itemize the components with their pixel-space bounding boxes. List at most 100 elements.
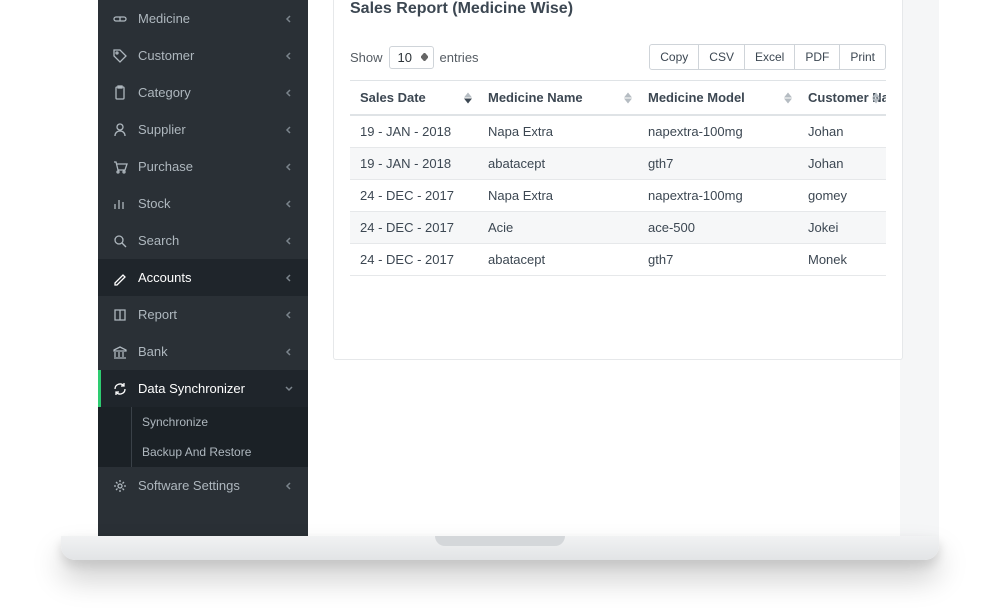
sidebar-item-label: Software Settings: [138, 478, 284, 493]
laptop-bezel-bottom: [61, 536, 939, 560]
table-cell: Napa Extra: [478, 180, 638, 212]
tag-icon: [112, 48, 128, 64]
sidebar-item-data-synchronizer[interactable]: Data Synchronizer: [98, 370, 308, 407]
sidebar-item-label: Report: [138, 307, 284, 322]
gear-icon: [112, 478, 128, 494]
sidebar-item-label: Data Synchronizer: [138, 381, 284, 396]
table-cell: 19 - JAN - 2018: [350, 115, 478, 148]
entries-label: entries: [440, 50, 479, 65]
sidebar-item-software-settings[interactable]: Software Settings: [98, 467, 308, 504]
table-row: 19 - JAN - 2018abataceptgth7Johan: [350, 148, 886, 180]
sidebar-subitem-synchronize[interactable]: Synchronize: [98, 407, 308, 437]
chevron-left-icon: [284, 51, 294, 61]
table-row: 24 - DEC - 2017Napa Extranapextra-100mgg…: [350, 180, 886, 212]
sales-report-table: Sales DateMedicine NameMedicine ModelCus…: [350, 80, 886, 276]
column-header-sales-date[interactable]: Sales Date: [350, 81, 478, 116]
chevron-left-icon: [284, 273, 294, 283]
table-cell: Monek: [798, 244, 886, 276]
table-cell: Jokei: [798, 212, 886, 244]
table-cell: Acie: [478, 212, 638, 244]
chevron-left-icon: [284, 236, 294, 246]
sidebar-item-label: Stock: [138, 196, 284, 211]
chevron-left-icon: [284, 162, 294, 172]
pill-icon: [112, 11, 128, 27]
sidebar-item-supplier[interactable]: Supplier: [98, 111, 308, 148]
cart-icon: [112, 159, 128, 175]
table-cell: gth7: [638, 148, 798, 180]
export-button-group: CopyCSVExcelPDFPrint: [649, 44, 886, 70]
table-cell: Napa Extra: [478, 115, 638, 148]
sidebar-item-label: Purchase: [138, 159, 284, 174]
chevron-left-icon: [284, 125, 294, 135]
page-title: Sales Report (Medicine Wise): [334, 0, 902, 30]
table-cell: Johan: [798, 148, 886, 180]
pdf-button[interactable]: PDF: [794, 44, 840, 70]
csv-button[interactable]: CSV: [698, 44, 745, 70]
sidebar-item-medicine[interactable]: Medicine: [98, 0, 308, 37]
sort-icon: [872, 92, 880, 103]
chevron-left-icon: [284, 310, 294, 320]
page-length-select[interactable]: 10: [389, 46, 434, 69]
sidebar-item-category[interactable]: Category: [98, 74, 308, 111]
excel-button[interactable]: Excel: [744, 44, 795, 70]
sidebar-item-label: Search: [138, 233, 284, 248]
chevron-left-icon: [284, 347, 294, 357]
sort-icon: [624, 92, 632, 103]
table-row: 24 - DEC - 2017Acieace-500Jokei: [350, 212, 886, 244]
table-cell: 24 - DEC - 2017: [350, 244, 478, 276]
table-row: 19 - JAN - 2018Napa Extranapextra-100mgJ…: [350, 115, 886, 148]
sidebar-item-accounts[interactable]: Accounts: [98, 259, 308, 296]
sidebar-item-report[interactable]: Report: [98, 296, 308, 333]
chevron-left-icon: [284, 88, 294, 98]
sidebar-item-label: Supplier: [138, 122, 284, 137]
sort-icon: [784, 92, 792, 103]
sidebar-item-label: Category: [138, 85, 284, 100]
sidebar-subitem-backup-and-restore[interactable]: Backup And Restore: [98, 437, 308, 467]
sync-icon: [112, 381, 128, 397]
table-cell: napextra-100mg: [638, 115, 798, 148]
book-icon: [112, 307, 128, 323]
clipboard-icon: [112, 85, 128, 101]
copy-button[interactable]: Copy: [649, 44, 699, 70]
table-controls: Show 10 entries CopyCSVExcelPDFPrint: [334, 30, 902, 80]
table-cell: gth7: [638, 244, 798, 276]
chevron-left-icon: [284, 481, 294, 491]
sidebar-item-search[interactable]: Search: [98, 222, 308, 259]
sidebar-item-bank[interactable]: Bank: [98, 333, 308, 370]
column-header-customer-name[interactable]: Customer Name: [798, 81, 886, 116]
sidebar-item-label: Customer: [138, 48, 284, 63]
sidebar-item-label: Accounts: [138, 270, 284, 285]
page-length-control: Show 10 entries: [350, 46, 479, 69]
sidebar-item-purchase[interactable]: Purchase: [98, 148, 308, 185]
chevron-left-icon: [284, 14, 294, 24]
pencil-icon: [112, 270, 128, 286]
table-row: 24 - DEC - 2017abataceptgth7Monek: [350, 244, 886, 276]
table-cell: Johan: [798, 115, 886, 148]
table-cell: 24 - DEC - 2017: [350, 180, 478, 212]
laptop-notch: [435, 536, 565, 546]
column-header-medicine-model[interactable]: Medicine Model: [638, 81, 798, 116]
table-cell: gomey: [798, 180, 886, 212]
sidebar-item-customer[interactable]: Customer: [98, 37, 308, 74]
table-cell: abatacept: [478, 244, 638, 276]
search-icon: [112, 233, 128, 249]
table-header-row: Sales DateMedicine NameMedicine ModelCus…: [350, 81, 886, 116]
laptop-bezel-right: [900, 0, 939, 536]
chevron-left-icon: [284, 199, 294, 209]
report-panel: Sales Report (Medicine Wise) Show 10 ent…: [333, 0, 903, 360]
bank-icon: [112, 344, 128, 360]
bars-icon: [112, 196, 128, 212]
table-cell: 19 - JAN - 2018: [350, 148, 478, 180]
sidebar-item-stock[interactable]: Stock: [98, 185, 308, 222]
show-label: Show: [350, 50, 383, 65]
user-icon: [112, 122, 128, 138]
table-cell: napextra-100mg: [638, 180, 798, 212]
table-cell: abatacept: [478, 148, 638, 180]
table-cell: ace-500: [638, 212, 798, 244]
column-header-medicine-name[interactable]: Medicine Name: [478, 81, 638, 116]
table-cell: 24 - DEC - 2017: [350, 212, 478, 244]
print-button[interactable]: Print: [839, 44, 886, 70]
chevron-down-icon: [284, 384, 294, 394]
sidebar-item-label: Bank: [138, 344, 284, 359]
sidebar-nav: Medicine Customer Category Supplier Purchase…: [98, 0, 308, 536]
